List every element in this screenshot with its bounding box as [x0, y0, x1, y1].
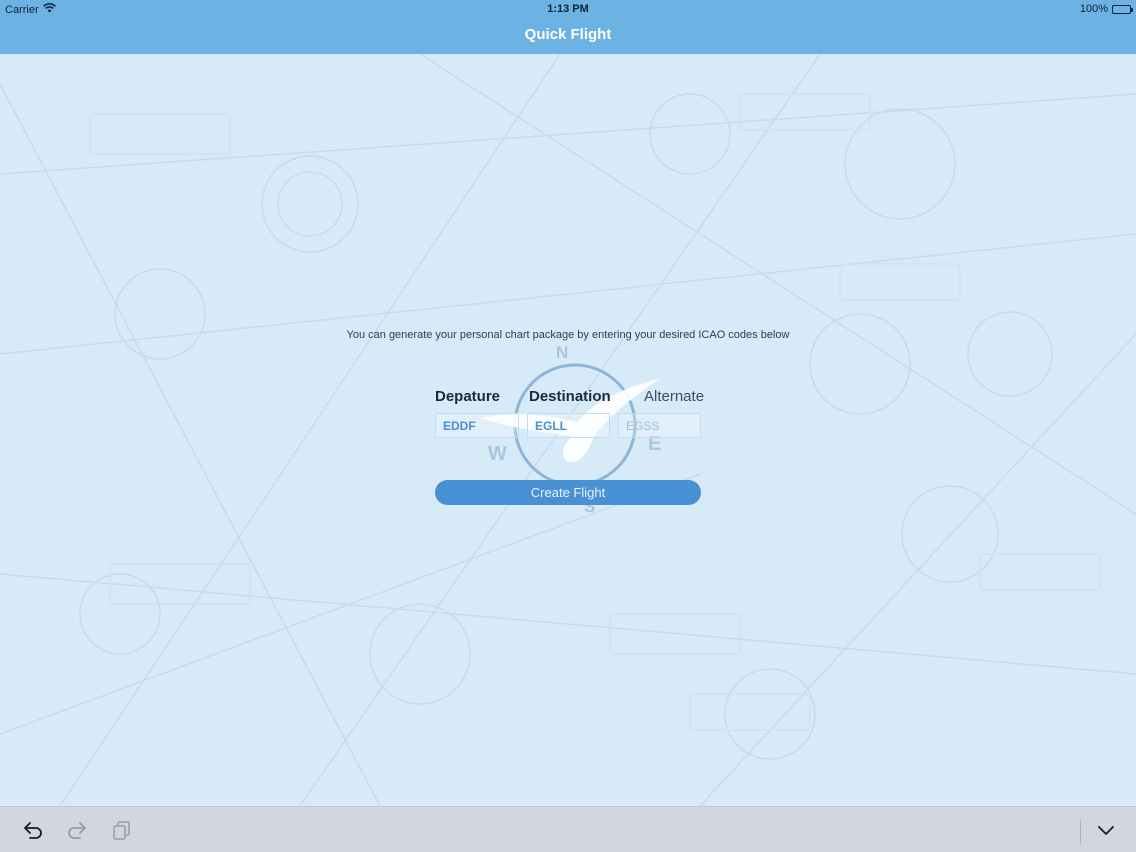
battery-percent: 100% — [1079, 3, 1108, 15]
destination-input[interactable] — [527, 413, 610, 438]
create-flight-button[interactable]: Create Flight — [435, 480, 701, 505]
compass-north-letter: N — [556, 343, 568, 362]
status-right: 100% — [1079, 3, 1133, 15]
alternate-label: Alternate — [644, 388, 705, 405]
paste-icon[interactable] — [111, 820, 133, 840]
alternate-input[interactable] — [618, 413, 701, 438]
departure-input[interactable] — [435, 413, 519, 438]
chevron-down-icon[interactable] — [1095, 820, 1117, 840]
status-bar: Carrier 1:13 PM 100% — [0, 0, 1136, 18]
compass-west-letter: W — [488, 443, 507, 465]
battery-icon — [1112, 4, 1133, 14]
status-time: 1:13 PM — [547, 3, 589, 15]
keyboard-shortcut-toolbar — [0, 806, 1136, 852]
redo-icon[interactable] — [66, 820, 88, 840]
toolbar-divider — [1080, 819, 1081, 845]
page-title: Quick Flight — [524, 26, 612, 43]
intro-text: You can generate your personal chart pac… — [346, 329, 790, 341]
departure-label: Depature — [435, 388, 501, 405]
undo-icon[interactable] — [22, 820, 44, 840]
destination-label: Destination — [529, 388, 611, 405]
navigation-bar: Quick Flight — [0, 18, 1136, 54]
